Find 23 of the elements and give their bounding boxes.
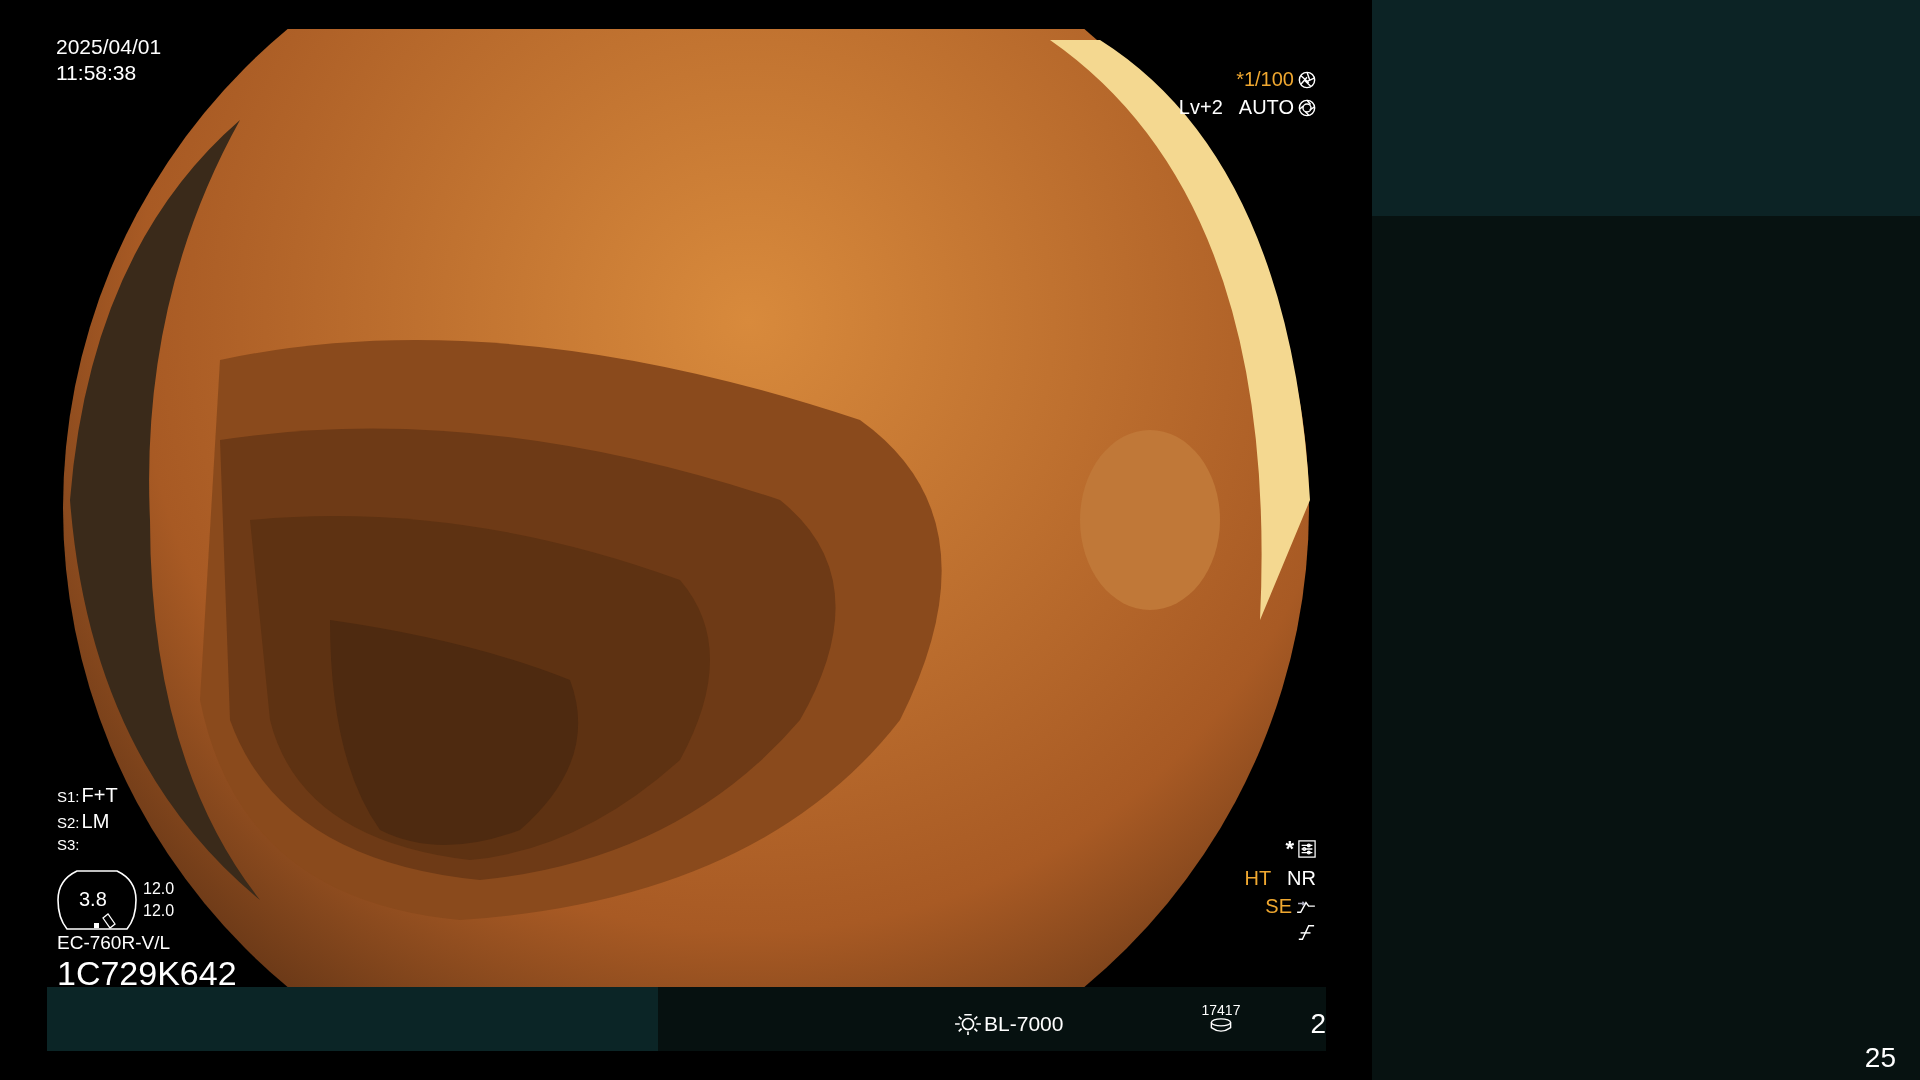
light-source-text: BL-7000 [984, 1012, 1064, 1036]
mode-tag: HT [1244, 867, 1272, 890]
mode-text: AUTO [1238, 96, 1294, 119]
setting-label: S3: [57, 836, 80, 853]
scope-model-text: EC-760R-V/L [57, 932, 171, 954]
counter-text: 17417 [1201, 1002, 1241, 1018]
count-number: 2 [1310, 1008, 1326, 1040]
setting-label: S1: [57, 788, 80, 805]
shutter-text: *1/100 [1236, 68, 1294, 91]
gauge-reading: 12.0 [143, 879, 175, 899]
gauge-value: 3.8 [79, 888, 107, 911]
mode-tag: SE [1265, 895, 1292, 918]
gauge-reading: 12.0 [143, 901, 175, 921]
setting-value: F+T [81, 784, 118, 807]
time-text: 11:58:38 [56, 60, 138, 86]
serial-number: 1C729K642 [57, 954, 237, 992]
level-text: Lv+2 [1178, 96, 1223, 119]
setting-value: LM [81, 810, 110, 833]
page-number: 25 [1864, 1042, 1896, 1074]
mode-tag: NR [1287, 867, 1316, 890]
date-text: 2025/04/01 [56, 34, 162, 60]
setting-label: S2: [57, 814, 80, 831]
asterisk-text: * [1285, 836, 1294, 862]
